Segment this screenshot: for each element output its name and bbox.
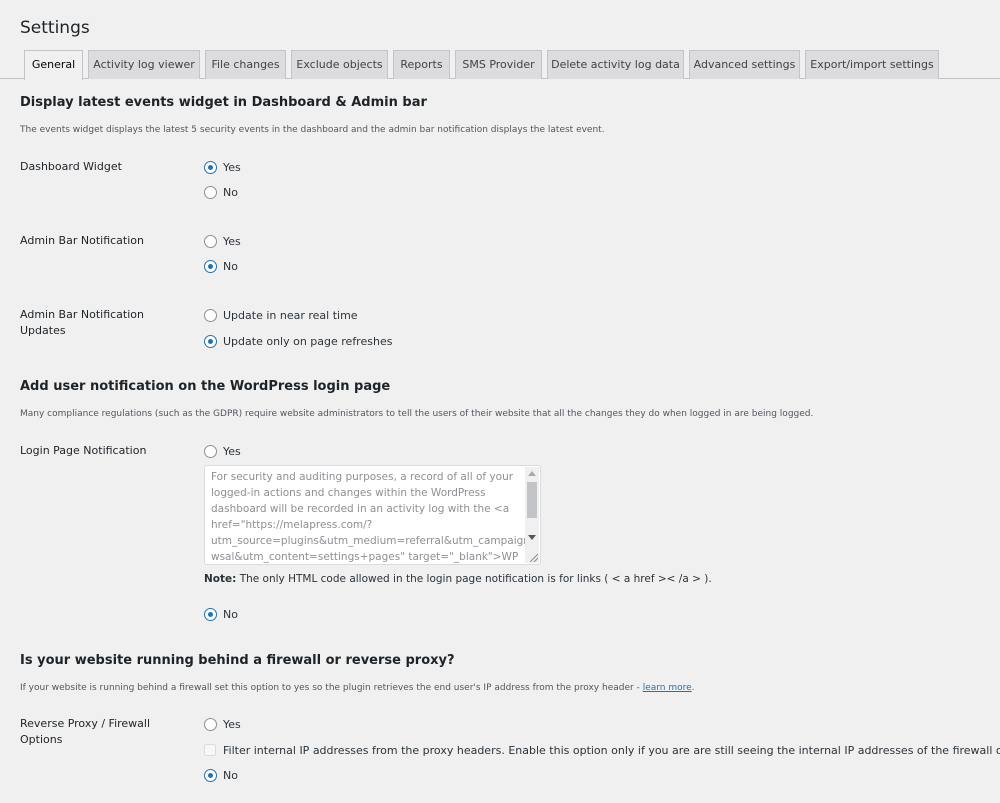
dashboard-widget-no-radio[interactable] (204, 185, 217, 199)
learn-more-link[interactable]: learn more (643, 683, 692, 693)
login-page-notification-no-option[interactable]: No (204, 606, 238, 622)
scroll-down-arrow-icon[interactable] (528, 535, 536, 540)
dashboard-widget-no-label: No (223, 185, 238, 199)
tab-exclude-objects[interactable]: Exclude objects (291, 50, 388, 79)
admin-bar-updates-refresh-radio[interactable] (204, 334, 217, 348)
tab-reports[interactable]: Reports (393, 50, 450, 79)
note-text: The only HTML code allowed in the login … (239, 573, 712, 585)
dashboard-widget-yes-label: Yes (223, 160, 241, 174)
login-notification-message-textarea[interactable]: For security and auditing purposes, a re… (204, 465, 541, 565)
login-notification-note: Note: The only HTML code allowed in the … (204, 573, 712, 585)
widget-section-title: Display latest events widget in Dashboar… (20, 95, 427, 110)
admin-bar-notification-no-label: No (223, 259, 238, 273)
reverse-proxy-no-option[interactable]: No (204, 767, 238, 783)
filter-internal-ip-checkbox[interactable] (204, 744, 216, 756)
reverse-proxy-yes-radio[interactable] (204, 717, 217, 731)
page-title: Settings (20, 18, 90, 38)
tab-export-import-settings[interactable]: Export/import settings (805, 50, 939, 79)
login-page-notification-no-label: No (223, 607, 238, 621)
reverse-proxy-no-radio[interactable] (204, 768, 217, 782)
admin-bar-updates-refresh-option[interactable]: Update only on page refreshes (204, 333, 392, 349)
tab-delete-activity-log-data[interactable]: Delete activity log data (547, 50, 684, 79)
login-page-notification-yes-radio[interactable] (204, 444, 217, 458)
scroll-up-arrow-icon[interactable] (528, 471, 536, 476)
login-page-notification-label: Login Page Notification (20, 444, 147, 457)
reverse-proxy-no-label: No (223, 768, 238, 782)
login-section-description: Many compliance regulations (such as the… (20, 409, 814, 419)
login-page-notification-yes-label: Yes (223, 444, 241, 458)
admin-bar-notification-yes-label: Yes (223, 234, 241, 248)
dashboard-widget-yes-radio[interactable] (204, 160, 217, 174)
resize-grip-icon[interactable] (530, 554, 538, 562)
login-section-title: Add user notification on the WordPress l… (20, 379, 391, 394)
admin-bar-updates-realtime-radio[interactable] (204, 308, 217, 322)
dashboard-widget-no-option[interactable]: No (204, 184, 238, 200)
admin-bar-updates-realtime-label: Update in near real time (223, 308, 358, 322)
reverse-proxy-yes-option[interactable]: Yes (204, 716, 241, 732)
admin-bar-updates-label: Admin Bar Notification Updates (20, 308, 144, 337)
admin-bar-updates-refresh-label: Update only on page refreshes (223, 334, 393, 348)
tab-activity-log-viewer[interactable]: Activity log viewer (88, 50, 200, 79)
filter-internal-ip-label: Filter internal IP addresses from the pr… (223, 743, 1000, 757)
scrollbar-thumb[interactable] (527, 482, 537, 518)
admin-bar-notification-yes-radio[interactable] (204, 234, 217, 248)
login-notification-message-text: For security and auditing purposes, a re… (211, 471, 539, 563)
dashboard-widget-yes-option[interactable]: Yes (204, 159, 241, 175)
proxy-section-title: Is your website running behind a firewal… (20, 653, 455, 668)
settings-tabs: General Activity log viewer File changes… (0, 50, 1000, 80)
admin-bar-notification-yes-option[interactable]: Yes (204, 233, 241, 249)
filter-internal-ip-option[interactable]: Filter internal IP addresses from the pr… (204, 742, 1000, 758)
tab-advanced-settings[interactable]: Advanced settings (689, 50, 800, 79)
reverse-proxy-yes-label: Yes (223, 717, 241, 731)
tab-sms-provider[interactable]: SMS Provider (455, 50, 542, 79)
widget-section-description: The events widget displays the latest 5 … (20, 125, 605, 135)
description-period: . (691, 683, 695, 693)
tab-file-changes[interactable]: File changes (205, 50, 286, 79)
proxy-description-text: If your website is running behind a fire… (20, 683, 640, 693)
login-page-notification-no-radio[interactable] (204, 607, 217, 621)
admin-bar-notification-label: Admin Bar Notification (20, 234, 144, 247)
dashboard-widget-label: Dashboard Widget (20, 160, 122, 173)
note-label: Note: (204, 573, 237, 585)
login-page-notification-yes-option[interactable]: Yes (204, 443, 241, 459)
admin-bar-notification-no-option[interactable]: No (204, 258, 238, 274)
proxy-section-description: If your website is running behind a fire… (20, 683, 695, 693)
admin-bar-notification-no-radio[interactable] (204, 259, 217, 273)
tab-general[interactable]: General (24, 50, 83, 80)
textarea-scrollbar[interactable] (525, 467, 539, 563)
admin-bar-updates-realtime-option[interactable]: Update in near real time (204, 307, 358, 323)
reverse-proxy-label: Reverse Proxy / Firewall Options (20, 717, 151, 746)
